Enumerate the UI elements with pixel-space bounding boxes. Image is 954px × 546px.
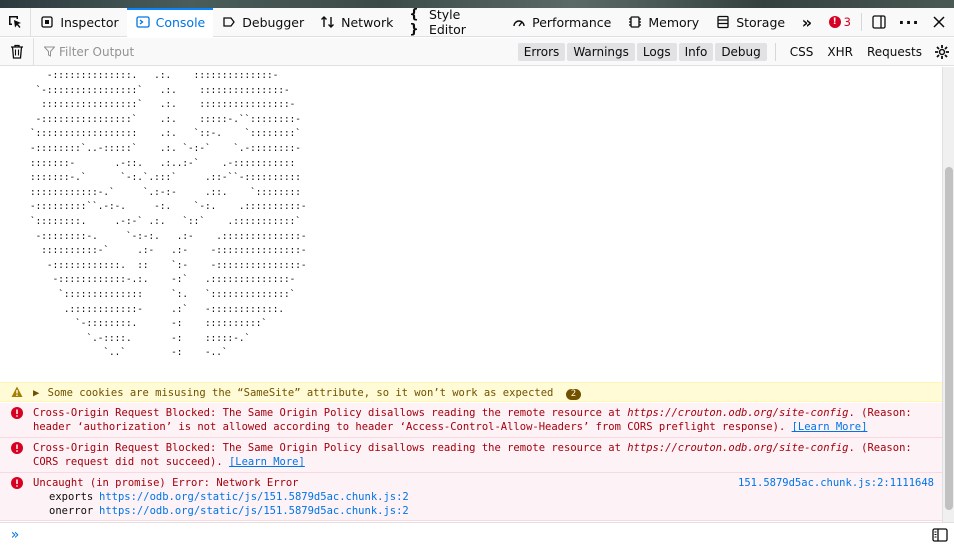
output-scrollbar[interactable] (942, 67, 954, 522)
scrollbar-thumb[interactable] (945, 167, 953, 510)
tab-label: Storage (736, 14, 786, 30)
error-message[interactable]: Cross-Origin Request Blocked: The Same O… (0, 438, 942, 473)
error-message[interactable]: Uncaught (in promise) Error: Network Err… (0, 473, 942, 521)
dock-options-button[interactable] (864, 8, 894, 37)
filter-icon (44, 46, 55, 57)
stack-frame: onerror https://odb.org/static/js/151.587… (33, 504, 934, 518)
error-text: Cross-Origin Request Blocked: The Same O… (33, 442, 628, 454)
console-output: -::::::::::::::. .:. ::::::::::::::- `-:… (0, 67, 942, 522)
inspector-icon (39, 14, 55, 30)
gear-icon (935, 44, 949, 59)
error-count: 3 (843, 15, 851, 29)
tab-memory[interactable]: Memory (619, 8, 707, 37)
more-tools-button[interactable]: » (793, 8, 821, 37)
error-count-button[interactable]: ! 3 (821, 15, 859, 29)
error-url: https://crouton.odb.org/site-config (627, 442, 849, 454)
storage-icon (715, 14, 731, 30)
tab-label: Memory (648, 14, 700, 30)
filter-warnings-button[interactable]: Warnings (567, 42, 635, 61)
error-url: https://crouton.odb.org/site-config (627, 407, 849, 419)
dock-icon (872, 15, 886, 29)
tab-style-editor[interactable]: { } Style Editor (401, 7, 503, 37)
chevron-double-right-icon: » (10, 526, 20, 543)
filter-css-button[interactable]: CSS (784, 43, 820, 61)
tab-label: Console (155, 14, 206, 30)
tab-label: Performance (532, 14, 612, 30)
element-picker-icon (9, 16, 22, 28)
tab-console[interactable]: Console (126, 7, 214, 37)
console-settings-button[interactable] (930, 37, 954, 66)
close-devtools-button[interactable] (924, 8, 954, 37)
filter-errors-button[interactable]: Errors (517, 42, 566, 61)
log-level-filters: Errors Warnings Logs Info Debug CSS XHR … (517, 37, 954, 66)
stack-url-link[interactable]: https://odb.org/static/js/151.5879d5ac.c… (99, 505, 409, 517)
filter-field (34, 44, 334, 59)
ascii-art-log: -::::::::::::::. .:. ::::::::::::::- `-:… (30, 70, 307, 359)
tab-performance[interactable]: Performance (503, 8, 619, 37)
filter-debug-button[interactable]: Debug (715, 42, 767, 61)
error-icon (11, 407, 23, 423)
tab-storage[interactable]: Storage (707, 8, 793, 37)
network-icon (320, 14, 336, 30)
tab-label: Inspector (60, 14, 119, 30)
tab-label: Style Editor (428, 7, 466, 37)
stack-frame: exports https://odb.org/static/js/151.587… (33, 490, 934, 504)
tab-label: Network (341, 14, 394, 30)
settings-menu-button[interactable]: ··· (894, 8, 924, 37)
separator (861, 13, 862, 31)
split-editor-icon (932, 527, 948, 542)
more-horizontal-icon: ··· (898, 12, 920, 32)
warning-text: Some cookies are misusing the “SameSite”… (47, 387, 554, 399)
close-icon (933, 16, 945, 28)
tab-label: Debugger (242, 14, 305, 30)
filter-requests-button[interactable]: Requests (861, 43, 928, 61)
toolbar-right: ! 3 ··· (821, 8, 954, 37)
chevron-double-right-icon: » (801, 12, 813, 32)
warning-icon (11, 386, 23, 402)
filter-info-button[interactable]: Info (678, 42, 714, 61)
separator (774, 42, 776, 61)
debugger-icon (221, 14, 237, 30)
error-message[interactable]: Cross-Origin Request Blocked: The Same O… (0, 403, 942, 438)
stack-function: exports (49, 491, 94, 503)
warning-message[interactable]: ▶ Some cookies are misusing the “SameSit… (0, 382, 942, 402)
learn-more-link[interactable]: [Learn More] (229, 456, 305, 468)
console-filter-bar: Errors Warnings Logs Info Debug CSS XHR … (0, 37, 954, 66)
editor-mode-toggle-button[interactable] (930, 525, 950, 545)
javascript-input[interactable] (30, 528, 930, 541)
element-picker-button[interactable] (0, 7, 32, 37)
clear-console-button[interactable] (0, 37, 34, 66)
style-editor-icon: { } (409, 7, 419, 37)
trash-icon (10, 44, 23, 59)
tab-network[interactable]: Network (312, 8, 401, 37)
error-icon (11, 477, 23, 493)
tab-inspector[interactable]: Inspector (31, 8, 126, 37)
error-text: Cross-Origin Request Blocked: The Same O… (33, 407, 628, 419)
console-icon (135, 14, 151, 30)
filter-xhr-button[interactable]: XHR (821, 43, 859, 61)
error-icon: ! (828, 16, 841, 28)
memory-icon (627, 14, 643, 30)
performance-icon (511, 14, 527, 30)
stack-url-link[interactable]: https://odb.org/static/js/151.5879d5ac.c… (99, 491, 409, 503)
devtools-toolbar: Inspector Console Debugger Network { } S… (0, 7, 954, 37)
repeat-count-badge: 2 (565, 389, 582, 400)
filter-logs-button[interactable]: Logs (636, 42, 677, 61)
stack-function: onerror (49, 505, 94, 517)
error-icon (11, 442, 23, 458)
filter-output-input[interactable] (59, 44, 309, 59)
learn-more-link[interactable]: [Learn More] (792, 421, 868, 433)
tab-debugger[interactable]: Debugger (213, 8, 312, 37)
source-location-link[interactable]: 151.5879d5ac.chunk.js:2:1111648 (738, 476, 934, 490)
console-input-line: » (0, 522, 954, 546)
expand-arrow-icon[interactable]: ▶ (33, 386, 39, 400)
